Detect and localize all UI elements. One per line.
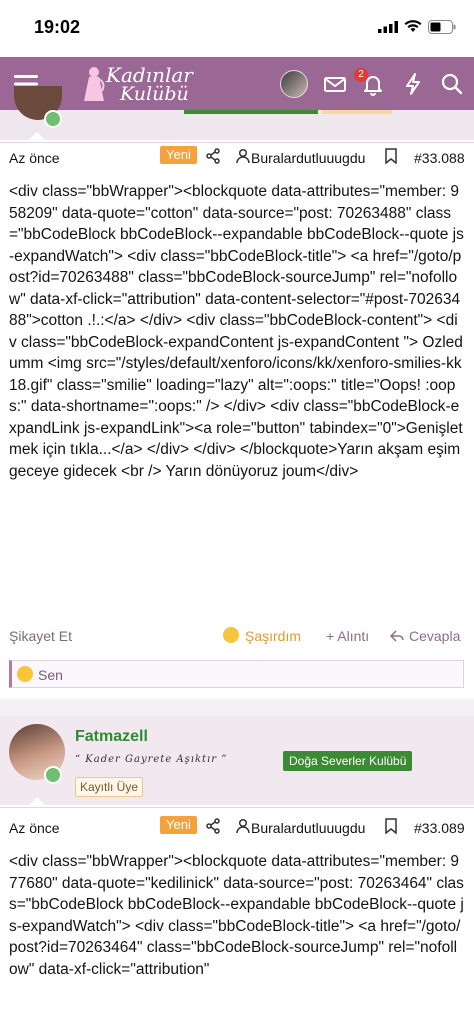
alerts-count-badge: 2: [354, 68, 368, 82]
post-separator: [0, 699, 474, 716]
post-time[interactable]: Az önce: [9, 820, 60, 836]
user-icon: [236, 148, 250, 164]
new-badge: Yeni: [160, 816, 197, 834]
post-time[interactable]: Az önce: [9, 150, 60, 166]
top-navigation-bar: Kadınlar Kulübü 2: [0, 57, 474, 110]
role-badge-edge: [322, 110, 392, 114]
cellular-signal-icon: [378, 21, 398, 33]
group-badge[interactable]: Doğa Severler Kulübü: [283, 751, 413, 771]
bolt-icon[interactable]: [399, 70, 427, 98]
user-slogan: “ 𝐾𝑎𝑑𝑒𝑟 𝐺𝑎𝑦𝑟𝑒𝑡𝑒 𝐴ş𝚤𝑘𝑡𝚤𝑟 ”: [75, 754, 228, 765]
reaction-button[interactable]: Şaşırdım: [245, 628, 301, 644]
user-icon: [236, 818, 250, 834]
site-logo[interactable]: Kadınlar Kulübü: [82, 61, 194, 107]
group-badge-edge: [184, 110, 318, 114]
post-number[interactable]: #33.089: [414, 820, 465, 836]
post-actions: Şikayet Et Şaşırdım + Alıntı Cevapla: [0, 622, 474, 650]
status-time: 19:02: [34, 17, 81, 37]
reactions-summary[interactable]: Sen: [9, 660, 464, 688]
status-bar: 19:02: [0, 0, 474, 57]
post-author-link[interactable]: Buralardutluuugdu: [251, 820, 365, 836]
online-indicator: [44, 110, 62, 128]
reply-button[interactable]: Cevapla: [409, 628, 460, 644]
logo-text-line2: Kulübü: [120, 83, 189, 105]
mail-icon[interactable]: [321, 70, 349, 98]
surprised-emoji-icon: [17, 666, 33, 682]
role-badge: Kayıtlı Üye: [75, 777, 144, 797]
user-card-cutoff: [0, 86, 474, 140]
share-icon[interactable]: [205, 818, 221, 834]
reply-icon[interactable]: [390, 629, 404, 643]
post-number[interactable]: #33.088: [414, 150, 465, 166]
new-badge: Yeni: [160, 146, 197, 164]
bookmark-icon[interactable]: [384, 148, 398, 164]
post-meta: Az önce Yeni Buralardutluuugdu #33.089: [0, 813, 474, 843]
wifi-icon: [404, 20, 422, 32]
reactions-user[interactable]: Sen: [38, 667, 63, 683]
report-link[interactable]: Şikayet Et: [9, 628, 72, 644]
user-card: Fatmazell “ 𝐾𝑎𝑑𝑒𝑟 𝐺𝑎𝑦𝑟𝑒𝑡𝑒 𝐴ş𝚤𝑘𝑡𝚤𝑟 ” Doğa…: [0, 716, 474, 805]
username[interactable]: Fatmazell: [75, 728, 148, 746]
battery-icon: [428, 20, 456, 34]
post-body: <div class="bbWrapper"><blockquote data-…: [9, 183, 464, 480]
quote-button[interactable]: + Alıntı: [326, 628, 369, 644]
divider: [0, 807, 474, 808]
surprised-emoji-icon: [223, 627, 239, 643]
share-icon[interactable]: [205, 148, 221, 164]
post-author-link[interactable]: Buralardutluuugdu: [251, 150, 365, 166]
online-indicator: [44, 766, 62, 784]
post-meta: Az önce Yeni Buralardutluuugdu #33.088: [0, 143, 474, 173]
search-icon[interactable]: [438, 70, 466, 98]
logo-figure-icon: [84, 67, 105, 101]
bookmark-icon[interactable]: [384, 818, 398, 834]
avatar[interactable]: [280, 70, 308, 98]
post-body: <div class="bbWrapper"><blockquote data-…: [9, 853, 464, 978]
